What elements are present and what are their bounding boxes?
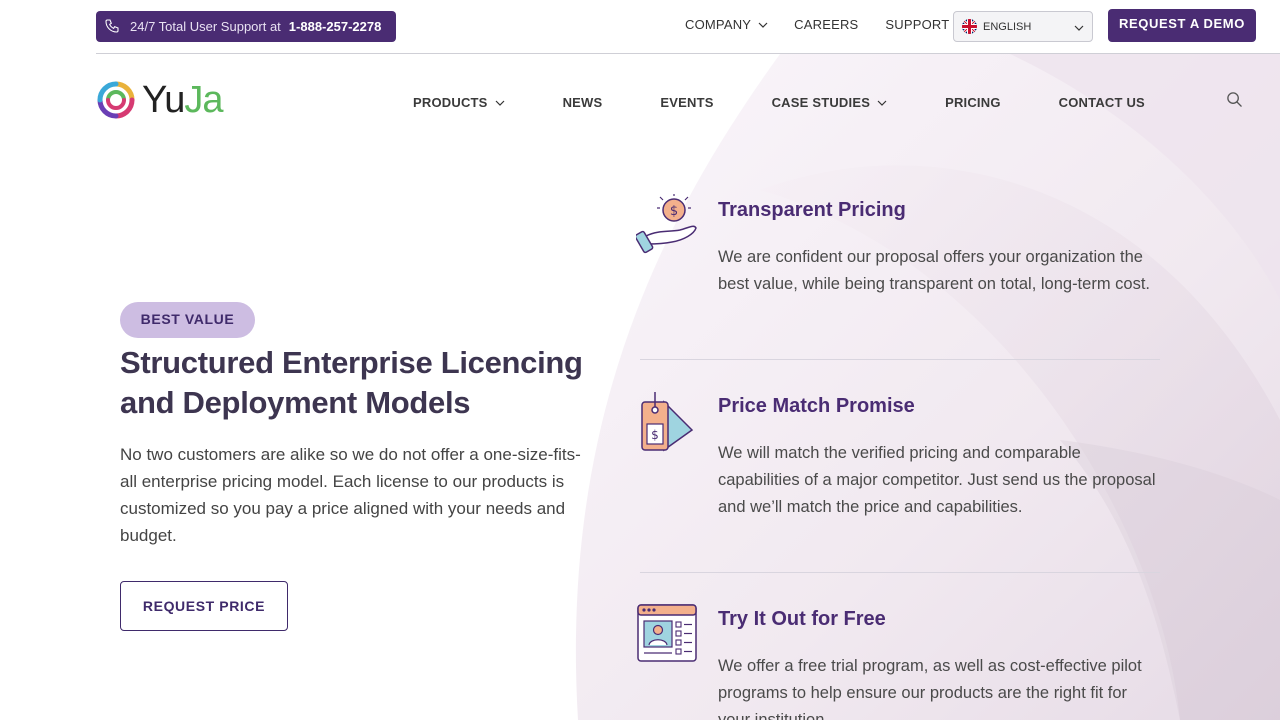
feature-divider (640, 572, 1160, 573)
nav-products[interactable]: PRODUCTS (413, 95, 505, 110)
feature-title-transparent-pricing: Transparent Pricing (718, 199, 906, 221)
feature-description-price-match: We will match the verified pricing and c… (718, 444, 1156, 516)
browser-profile-icon (637, 604, 697, 662)
logo-yu: Yu (142, 79, 185, 121)
company-label: COMPANY (685, 17, 752, 32)
language-label: ENGLISH (983, 20, 1032, 33)
support-label: 24/7 Total User Support at (130, 19, 281, 34)
svg-text:$: $ (670, 204, 678, 219)
price-tag-icon: $ (641, 392, 694, 452)
utility-nav: COMPANY CAREERS SUPPORT (685, 17, 949, 32)
request-price-button[interactable]: REQUEST PRICE (120, 581, 288, 631)
nav-events[interactable]: EVENTS (660, 95, 713, 110)
yuja-logo[interactable]: YuJa (96, 79, 224, 121)
request-demo-button[interactable]: REQUEST A DEMO (1108, 9, 1256, 42)
chevron-down-icon (495, 100, 504, 106)
support-link[interactable]: SUPPORT (885, 17, 949, 32)
feature-divider (640, 359, 1160, 360)
chevron-down-icon (758, 22, 768, 28)
hero-title: Structured Enterprise Licencing and Depl… (120, 345, 583, 420)
nav-contact-us[interactable]: CONTACT US (1059, 95, 1145, 110)
feature-description-free-trial: We offer a free trial program, as well a… (718, 657, 1142, 720)
main-nav: PRODUCTS NEWS EVENTS CASE STUDIES PRICIN… (413, 95, 1145, 110)
nav-case-studies[interactable]: CASE STUDIES (772, 95, 887, 110)
hand-coin-icon: $ (636, 194, 697, 254)
phone-icon (104, 18, 122, 36)
feature-title-price-match: Price Match Promise (718, 395, 915, 417)
hero-description: No two customers are alike so we do not … (120, 445, 581, 545)
feature-title-free-trial: Try It Out for Free (718, 608, 886, 630)
chevron-down-icon (877, 100, 887, 106)
feature-description-transparent-pricing: We are confident our proposal offers you… (718, 248, 1150, 293)
nav-case-studies-label: CASE STUDIES (771, 95, 871, 110)
header-divider (96, 53, 1280, 54)
nav-news[interactable]: NEWS (563, 95, 603, 110)
support-phone-number[interactable]: 1-888-257-2278 (289, 19, 382, 34)
uk-flag-icon (962, 19, 977, 34)
logo-wordmark: YuJa (142, 79, 224, 121)
support-phone-banner[interactable]: 24/7 Total User Support at 1-888-257-227… (96, 11, 396, 42)
nav-pricing[interactable]: PRICING (945, 95, 1001, 110)
yuja-logo-mark-icon (97, 81, 135, 119)
best-value-badge: BEST VALUE (120, 302, 255, 338)
svg-text:$: $ (651, 428, 659, 442)
language-select[interactable]: ENGLISH (953, 11, 1093, 42)
nav-products-label: PRODUCTS (413, 95, 488, 110)
logo-ja: Ja (184, 79, 223, 121)
search-icon[interactable] (1226, 91, 1243, 108)
careers-link[interactable]: CAREERS (794, 17, 858, 32)
chevron-down-icon (1074, 25, 1084, 31)
company-menu[interactable]: COMPANY (685, 17, 768, 32)
